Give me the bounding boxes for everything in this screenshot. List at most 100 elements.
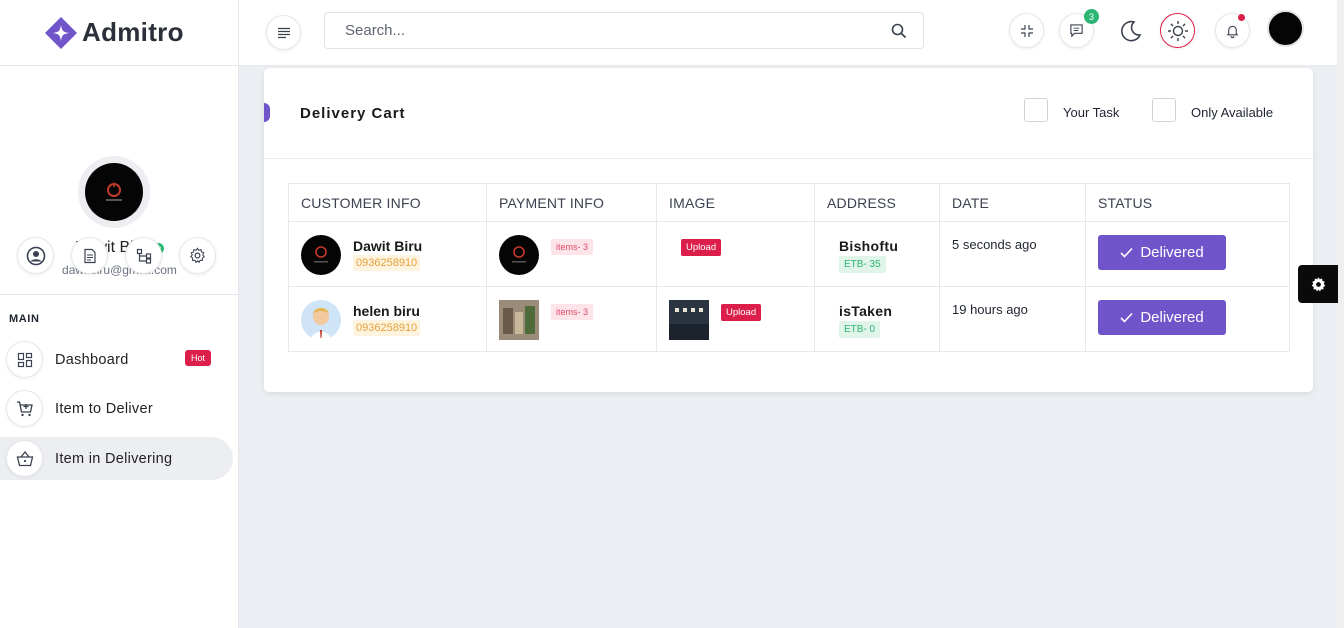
customer-phone: 0936258910 <box>353 255 421 271</box>
sidebar-item-label: Dashboard <box>55 351 129 368</box>
upload-badge[interactable]: Upload <box>721 304 762 321</box>
customer-cell: helen biru 0936258910 <box>288 286 487 352</box>
address-cell: Bishoftu ETB- 35 <box>814 221 940 287</box>
logo-icon <box>45 16 77 49</box>
address-name: isTaken <box>839 303 893 319</box>
status-cell: Delivered <box>1085 221 1290 287</box>
only-available-label: Only Available <box>1191 105 1274 120</box>
customer-phone: 0936258910 <box>353 320 421 336</box>
your-task-checkbox[interactable] <box>1024 98 1048 122</box>
scrollbar[interactable] <box>1337 0 1344 628</box>
dashboard-icon <box>17 352 32 367</box>
fullscreen-button[interactable] <box>1009 13 1044 48</box>
menu-icon <box>277 27 290 38</box>
check-icon <box>1120 312 1133 323</box>
documents-button[interactable] <box>71 237 108 274</box>
avatar-logo-icon <box>512 246 526 263</box>
theme-settings-button[interactable] <box>1298 265 1338 303</box>
column-header: CUSTOMER INFO <box>288 183 487 222</box>
items-badge: items- 3 <box>551 239 594 255</box>
avatar-logo-icon <box>314 246 328 263</box>
customer-cell: Dawit Biru 0936258910 <box>288 221 487 287</box>
date-cell: 19 hours ago <box>939 286 1086 352</box>
sitemap-icon <box>136 248 151 264</box>
table-row: Dawit Biru 0936258910 items- 3 Upload Bi… <box>288 221 1290 287</box>
dark-mode-button[interactable] <box>1113 13 1148 48</box>
bell-icon <box>1226 25 1239 38</box>
sidebar: Admitro Dawit Biru dawitbiru@gmail.com M… <box>0 0 239 628</box>
delivery-table: CUSTOMER INFO PAYMENT INFO IMAGE ADDRESS… <box>288 183 1290 352</box>
card-header: Delivery Cart Your Task Only Available <box>264 68 1313 159</box>
date-text: 19 hours ago <box>952 302 1028 317</box>
customer-name: Dawit Biru <box>353 238 423 254</box>
column-header: STATUS <box>1085 183 1290 222</box>
column-header: ADDRESS <box>814 183 940 222</box>
check-icon <box>1120 247 1133 258</box>
status-label: Delivered <box>1140 244 1204 261</box>
customer-avatar[interactable] <box>301 300 341 340</box>
sidebar-item-item-to-deliver[interactable]: Item to Deliver <box>0 387 233 430</box>
address-name: Bishoftu <box>839 238 899 254</box>
notification-dot <box>1238 14 1245 21</box>
gear-icon <box>1311 276 1325 291</box>
sidebar-item-label: Item to Deliver <box>55 400 153 417</box>
only-available-checkbox[interactable] <box>1152 98 1176 122</box>
sidebar-item-label: Item in Delivering <box>55 450 173 467</box>
sidebar-item-dashboard[interactable]: Dashboard Hot <box>0 338 233 381</box>
logo[interactable]: Admitro <box>0 0 238 66</box>
person-avatar-icon <box>311 308 331 340</box>
payment-image[interactable] <box>499 300 539 340</box>
document-icon <box>83 248 96 263</box>
table-row: helen biru 0936258910 items- 3 Upload is… <box>288 286 1290 352</box>
column-header: IMAGE <box>656 183 815 222</box>
payment-cell: items- 3 <box>486 221 657 287</box>
payment-image[interactable] <box>499 235 539 275</box>
photo-icon <box>669 300 709 340</box>
light-mode-button[interactable] <box>1160 13 1195 48</box>
sidebar-item-item-in-delivering[interactable]: Item in Delivering <box>0 437 233 480</box>
sun-icon <box>1167 20 1188 41</box>
address-cell: isTaken ETB- 0 <box>814 286 940 352</box>
payment-cell: items- 3 <box>486 286 657 352</box>
hierarchy-button[interactable] <box>125 237 162 274</box>
logo-text: Admitro <box>82 17 184 47</box>
profile-actions <box>17 237 216 274</box>
user-icon <box>26 246 45 265</box>
search-input[interactable] <box>345 22 865 39</box>
status-cell: Delivered <box>1085 286 1290 352</box>
messages-button[interactable]: 3 <box>1059 9 1099 48</box>
notifications-button[interactable] <box>1215 13 1250 48</box>
search-box <box>324 12 924 49</box>
hot-badge: Hot <box>185 350 212 366</box>
status-label: Delivered <box>1140 309 1204 326</box>
settings-button[interactable] <box>179 237 216 274</box>
menu-toggle-button[interactable] <box>266 15 301 50</box>
avatar-logo-icon <box>106 181 122 201</box>
delivery-cart-card: Delivery Cart Your Task Only Available C… <box>264 68 1313 392</box>
column-header: DATE <box>939 183 1086 222</box>
profile-avatar[interactable] <box>78 156 150 228</box>
customer-name: helen biru <box>353 303 420 319</box>
chat-icon <box>1070 24 1083 38</box>
messages-count-badge: 3 <box>1084 9 1099 24</box>
search-icon[interactable] <box>891 23 907 39</box>
delivered-button[interactable]: Delivered <box>1098 235 1226 270</box>
price-badge: ETB- 35 <box>839 256 886 273</box>
basket-icon <box>16 450 33 466</box>
table-header-row: CUSTOMER INFO PAYMENT INFO IMAGE ADDRESS… <box>288 183 1290 222</box>
delivery-image[interactable] <box>669 300 709 340</box>
image-cell: Upload <box>656 286 815 352</box>
compress-icon <box>1020 24 1033 37</box>
photo-icon <box>499 300 539 340</box>
date-text: 5 seconds ago <box>952 237 1037 252</box>
customer-avatar[interactable] <box>301 235 341 275</box>
date-cell: 5 seconds ago <box>939 221 1086 287</box>
section-label-main: MAIN <box>9 313 40 325</box>
settings-icon <box>189 247 206 264</box>
profile-button[interactable] <box>17 237 54 274</box>
delivered-button[interactable]: Delivered <box>1098 300 1226 335</box>
user-avatar[interactable] <box>1267 10 1304 47</box>
card-title: Delivery Cart <box>300 105 406 122</box>
upload-badge[interactable]: Upload <box>681 239 722 256</box>
cart-icon <box>16 400 33 416</box>
